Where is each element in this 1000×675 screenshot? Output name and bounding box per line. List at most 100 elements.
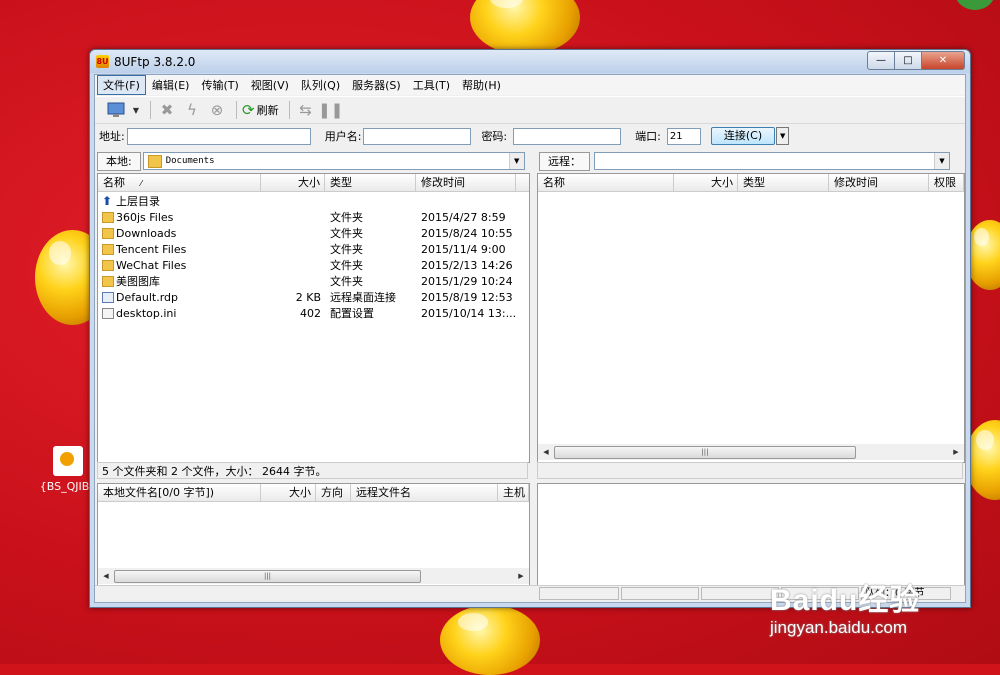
scroll-thumb[interactable]: ||| [554, 446, 856, 459]
parent-dir-row[interactable]: ⬆ 上层目录 [98, 194, 529, 210]
maximize-button[interactable]: □ [894, 51, 922, 70]
col-type[interactable]: 类型 [325, 174, 416, 191]
scroll-left-icon[interactable]: ◀ [540, 446, 552, 458]
list-item[interactable]: Downloads 文件夹 2015/8/24 10:55 [98, 226, 529, 242]
list-item[interactable]: Default.rdp 2 KB 远程桌面连接 2015/8/19 12:53 [98, 290, 529, 306]
folder-icon [102, 276, 114, 287]
col-size[interactable]: 大小 [261, 174, 325, 191]
password-label: 密码: [481, 130, 508, 143]
col-local-filename[interactable]: 本地文件名[0/0 字节]) [98, 484, 261, 501]
monitor-icon[interactable] [105, 99, 127, 121]
port-input[interactable]: 21 [666, 127, 701, 145]
menu-server[interactable]: 服务器(S) [346, 75, 407, 95]
local-status-bar: 5 个文件夹和 2 个文件，大小： 2644 字节。 [97, 462, 528, 479]
refresh-icon: ⟳ [242, 101, 255, 119]
close-button[interactable]: ✕ [921, 51, 965, 70]
chevron-down-icon[interactable]: ▼ [934, 153, 949, 169]
menu-transfer[interactable]: 传输(T) [195, 75, 244, 95]
minimize-button[interactable]: — [867, 51, 895, 70]
remote-hscrollbar[interactable]: ◀ ||| ▶ [538, 444, 964, 460]
username-input[interactable] [363, 127, 472, 145]
file-modified: 2015/10/14 13:... [421, 307, 516, 320]
list-item[interactable]: 360js Files 文件夹 2015/4/27 8:59 [98, 210, 529, 226]
col-direction[interactable]: 方向 [316, 484, 351, 501]
menu-queue[interactable]: 队列(Q) [295, 75, 346, 95]
col-host[interactable]: 主机 [498, 484, 529, 501]
scroll-right-icon[interactable]: ▶ [950, 446, 962, 458]
remote-path-label: 远程： [539, 151, 590, 171]
disconnect-icon[interactable]: ✖ [156, 99, 178, 121]
sort-icon: ⁄ [140, 179, 142, 188]
local-path-label: 本地: [97, 151, 141, 171]
file-name: Tencent Files [116, 243, 187, 256]
window-controls: — □ ✕ [867, 51, 965, 70]
file-modified: 2015/8/24 10:55 [421, 227, 513, 240]
password-input[interactable] [513, 127, 622, 145]
menu-help[interactable]: 帮助(H) [456, 75, 507, 95]
col-size[interactable]: 大小 [674, 174, 738, 191]
file-type: 文件夹 [330, 259, 363, 272]
menu-bar: 文件(F) 编辑(E) 传输(T) 视图(V) 队列(Q) 服务器(S) 工具(… [95, 75, 965, 95]
local-path-combobox[interactable]: Documents ▼ [142, 152, 525, 170]
window-title: 8UFtp 3.8.2.0 [114, 55, 196, 69]
title-bar[interactable]: 8U 8UFtp 3.8.2.0 — □ ✕ [90, 50, 970, 73]
list-item[interactable]: Tencent Files 文件夹 2015/11/4 9:00 [98, 242, 529, 258]
list-item[interactable]: desktop.ini 402 配置设置 2015/10/14 13:... [98, 306, 529, 322]
scroll-left-icon[interactable]: ◀ [100, 570, 112, 582]
col-type[interactable]: 类型 [738, 174, 829, 191]
file-name: Default.rdp [116, 291, 178, 304]
col-modified[interactable]: 修改时间 [416, 174, 516, 191]
local-list-header: 名称 ⁄ 大小 类型 修改时间 [98, 174, 529, 192]
col-permissions[interactable]: 权限 [929, 174, 964, 191]
file-modified: 2015/1/29 10:24 [421, 275, 513, 288]
connect-dropdown-icon[interactable]: ▼ [776, 127, 790, 145]
queue-list: 本地文件名[0/0 字节]) 大小 方向 远程文件名 主机 ◀ ||| ▶ [97, 483, 530, 587]
ini-file-icon [102, 308, 114, 319]
list-item[interactable]: WeChat Files 文件夹 2015/2/13 14:26 [98, 258, 529, 274]
file-size: 402 [300, 307, 321, 320]
list-item[interactable]: 美图图库 文件夹 2015/1/29 10:24 [98, 274, 529, 290]
dropdown-icon[interactable]: ▼ [130, 99, 142, 121]
menu-file[interactable]: 文件(F) [97, 75, 146, 95]
menu-edit[interactable]: 编辑(E) [146, 75, 196, 95]
username-label: 用户名: [324, 130, 362, 143]
col-name[interactable]: 名称 ⁄ [98, 174, 261, 191]
host-label: 地址: [99, 130, 125, 143]
refresh-button[interactable]: ⟳ 刷新 [242, 101, 279, 119]
queue-hscrollbar[interactable]: ◀ ||| ▶ [98, 568, 529, 584]
col-size[interactable]: 大小 [261, 484, 316, 501]
col-name-label: 名称 [103, 176, 125, 189]
file-name: WeChat Files [116, 259, 187, 272]
scroll-thumb[interactable]: ||| [114, 570, 421, 583]
baidu-watermark-brand: Baidu经验 [770, 584, 921, 617]
remote-path-combobox[interactable]: ▼ [594, 152, 950, 170]
local-file-list: 名称 ⁄ 大小 类型 修改时间 ⬆ 上层目录 360js Files 文件夹 2… [97, 173, 530, 463]
file-size: 2 KB [295, 291, 321, 304]
file-modified: 2015/8/19 12:53 [421, 291, 513, 304]
col-name[interactable]: 名称 [538, 174, 674, 191]
baidu-watermark-url: jingyan.baidu.com [770, 618, 908, 637]
connect-button[interactable]: 连接(C) [710, 127, 776, 145]
folder-icon [147, 154, 162, 168]
app-shortcut-icon [53, 446, 83, 476]
ftp-window: 8U 8UFtp 3.8.2.0 — □ ✕ 文件(F) 编辑(E) 传输(T)… [89, 49, 971, 608]
status-cell [701, 587, 779, 600]
remote-path-row: 远程： ▼ [539, 151, 965, 171]
file-name: 美图图库 [116, 275, 160, 288]
menu-tools[interactable]: 工具(T) [407, 75, 456, 95]
transfer-icon[interactable]: ⇆ [295, 99, 317, 121]
file-modified: 2015/11/4 9:00 [421, 243, 506, 256]
menu-view[interactable]: 视图(V) [245, 75, 295, 95]
lightning-icon[interactable]: ϟ [181, 99, 203, 121]
scroll-right-icon[interactable]: ▶ [515, 570, 527, 582]
host-input[interactable] [126, 127, 311, 145]
col-modified[interactable]: 修改时间 [829, 174, 929, 191]
file-type: 文件夹 [330, 275, 363, 288]
stop-icon[interactable]: ⊗ [206, 99, 228, 121]
pause-icon[interactable]: ❚❚ [318, 99, 343, 121]
queue-list-header: 本地文件名[0/0 字节]) 大小 方向 远程文件名 主机 [98, 484, 529, 502]
chevron-down-icon[interactable]: ▼ [508, 153, 524, 169]
remote-list-header: 名称 大小 类型 修改时间 权限 [538, 174, 964, 192]
local-path-row: 本地: Documents ▼ [97, 151, 527, 171]
col-remote-filename[interactable]: 远程文件名 [351, 484, 498, 501]
